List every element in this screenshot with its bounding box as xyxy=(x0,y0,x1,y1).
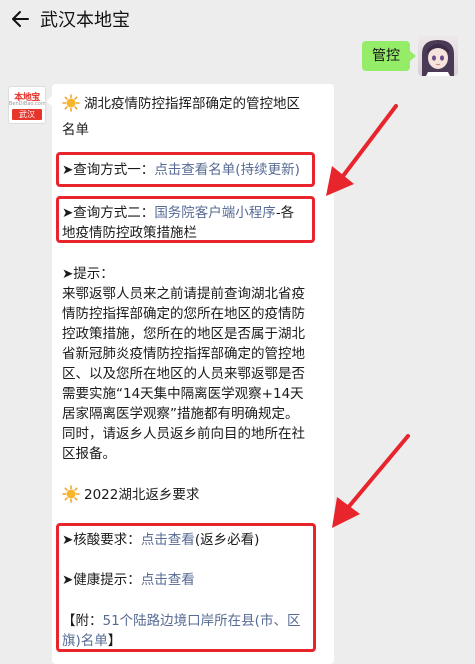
tip-text-line: 需要实施“14天集中隔离医学观察+14天 xyxy=(62,386,304,402)
tip-text-line: 居家隔离医学观察”措施都有明确规定。 xyxy=(62,406,299,422)
tip-header: ➤提示： xyxy=(62,266,114,282)
tip-text-line: 区、以及您所在地区的人员来鄂返鄂是否 xyxy=(62,366,305,382)
section-2-title: 2022湖北返乡要求 xyxy=(84,487,200,503)
annotation-arrow-icon xyxy=(326,104,398,196)
chat-title: 武汉本地宝 xyxy=(40,10,130,31)
message-title: 湖北疫情防控指挥部确定的管控地区 xyxy=(84,96,300,112)
arrow-left-icon[interactable] xyxy=(10,9,30,29)
avatar-logo-domain: BenDiBao.com xyxy=(9,101,46,107)
chat-header: 武汉本地宝 xyxy=(0,0,475,38)
bot-avatar[interactable]: 本地宝 BenDiBao.com 武汉 xyxy=(8,86,46,124)
message-title-line2: 名单 xyxy=(62,122,89,138)
highlight-box-query-1 xyxy=(56,152,315,187)
sun-icon xyxy=(62,485,80,503)
tip-text-line: 来鄂返鄂人员来之前请提前查询湖北省疫 xyxy=(62,286,305,302)
highlight-box-requirements xyxy=(56,523,316,652)
highlight-box-query-2 xyxy=(56,196,315,243)
tip-text-line: 同时，请返乡人员返乡前向目的地所在社 xyxy=(62,426,305,442)
user-message-bubble[interactable]: 管控 xyxy=(362,41,416,71)
message-title-line: 湖北疫情防控指挥部确定的管控地区 xyxy=(62,93,300,115)
user-avatar[interactable] xyxy=(418,36,458,76)
tip-text-line: 省新冠肺炎疫情防控指挥部确定的管控地 xyxy=(62,346,305,362)
annotation-arrow-icon xyxy=(332,434,410,528)
avatar-logo-city: 武汉 xyxy=(12,109,42,120)
tip-text-line: 区报备。 xyxy=(62,446,116,462)
tip-text-line: 情防控指挥部确定的您所在地区的疫情防 xyxy=(62,306,305,322)
section-2-title-line: 2022湖北返乡要求 xyxy=(62,484,199,506)
sun-icon xyxy=(62,94,80,112)
tip-text-line: 控政策措施，您所在的地区是否属于湖北 xyxy=(62,326,305,342)
user-avatar-image xyxy=(422,40,454,76)
